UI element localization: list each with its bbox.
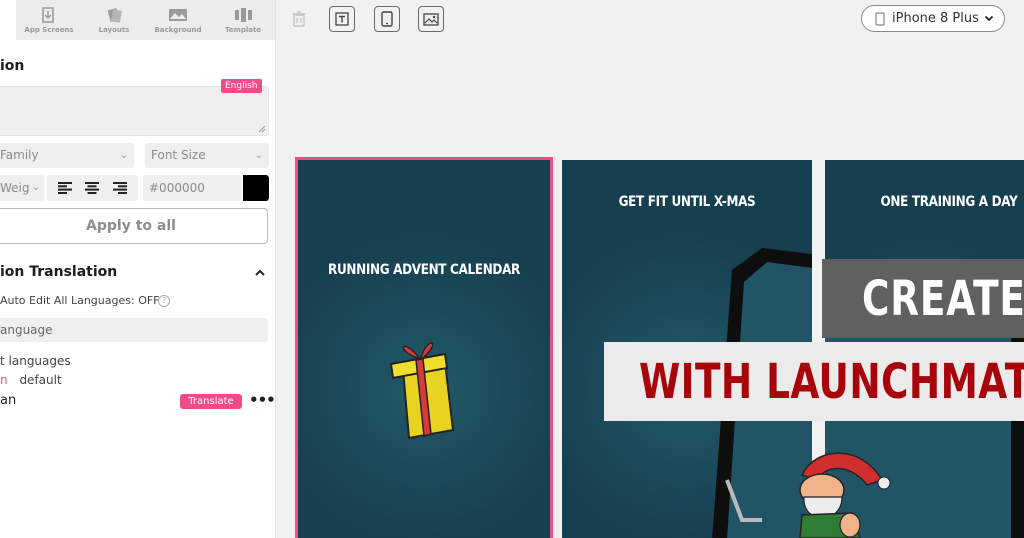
trash-icon bbox=[292, 11, 306, 27]
text-box-icon bbox=[335, 12, 349, 26]
font-size-placeholder: Font Size bbox=[151, 148, 206, 162]
apply-to-all-button[interactable]: Apply to all bbox=[0, 208, 268, 244]
align-left-button[interactable] bbox=[54, 179, 76, 197]
align-right-button[interactable] bbox=[109, 179, 131, 197]
default-language-prefix: n bbox=[0, 373, 8, 387]
help-icon[interactable]: ? bbox=[158, 295, 170, 307]
overlay-banner-create: CREATE bbox=[822, 259, 1024, 338]
font-family-select[interactable]: Family ⌄ bbox=[0, 143, 134, 168]
device-select-label: iPhone 8 Plus bbox=[892, 11, 979, 26]
text-color-input[interactable]: #000000 bbox=[143, 175, 241, 201]
nav-background[interactable]: Background bbox=[152, 0, 204, 40]
add-image-button[interactable] bbox=[418, 6, 444, 32]
chevron-down-icon: ⌄ bbox=[254, 150, 263, 161]
background-icon bbox=[169, 8, 187, 21]
translation-section-title: ion Translation bbox=[0, 264, 118, 280]
translate-button[interactable]: Translate bbox=[180, 394, 242, 409]
chevron-down-icon: ⌄ bbox=[119, 150, 128, 161]
editor-sidebar: App Screens Layouts Background Template bbox=[0, 0, 276, 538]
active-tab-indicator bbox=[0, 0, 16, 40]
phone-icon bbox=[381, 11, 393, 27]
language-select[interactable]: anguage bbox=[0, 318, 268, 342]
align-left-icon bbox=[57, 182, 72, 194]
chevron-down-icon bbox=[984, 15, 994, 22]
nav-background-label: Background bbox=[154, 25, 202, 34]
language-name: an bbox=[0, 393, 17, 408]
overlay-banner-launchmatic: WITH LAUNCHMATIC bbox=[604, 342, 1024, 421]
nav-app-screens[interactable]: App Screens bbox=[24, 0, 74, 40]
layouts-icon bbox=[107, 7, 122, 23]
overlay-line-1: CREATE bbox=[862, 271, 1024, 327]
phone-icon bbox=[875, 12, 885, 26]
nav-template[interactable]: Template bbox=[222, 0, 264, 40]
nav-layouts[interactable]: Layouts bbox=[94, 0, 134, 40]
font-family-placeholder: Family bbox=[0, 148, 39, 162]
more-options-icon[interactable]: ••• bbox=[249, 393, 275, 408]
auto-edit-label: Auto Edit All Languages: OFF bbox=[0, 294, 160, 307]
delete-button[interactable] bbox=[286, 6, 312, 32]
align-center-icon bbox=[85, 182, 100, 194]
font-weight-placeholder: Weig bbox=[0, 181, 30, 195]
language-badge: English bbox=[221, 79, 262, 93]
app-screens-icon bbox=[42, 6, 54, 23]
text-color-swatch[interactable] bbox=[243, 175, 269, 201]
font-weight-select[interactable]: Weig ⌄ bbox=[0, 175, 44, 201]
collapse-chevron-up-icon[interactable] bbox=[253, 266, 267, 280]
selected-screen-outline bbox=[295, 157, 553, 538]
template-icon bbox=[235, 7, 252, 22]
align-right-icon bbox=[113, 182, 128, 194]
device-select[interactable]: iPhone 8 Plus bbox=[861, 5, 1005, 32]
nav-app-screens-label: App Screens bbox=[24, 25, 74, 34]
nav-template-label: Template bbox=[224, 25, 262, 34]
santa-runner-illustration bbox=[799, 452, 891, 538]
nav-layouts-label: Layouts bbox=[98, 25, 130, 34]
text-align-group bbox=[47, 175, 138, 201]
screen-title: GET FIT UNTIL X-MAS bbox=[618, 194, 756, 210]
caption-section-title: ion bbox=[0, 58, 25, 74]
add-text-button[interactable] bbox=[329, 6, 355, 32]
add-device-button[interactable] bbox=[374, 6, 400, 32]
image-icon bbox=[423, 12, 439, 26]
default-label: default bbox=[19, 373, 62, 387]
resize-grip-icon[interactable] bbox=[258, 125, 266, 133]
languages-heading: t languages bbox=[0, 354, 71, 368]
screen-title: ONE TRAINING A DAY bbox=[880, 194, 1018, 210]
font-size-select[interactable]: Font Size ⌄ bbox=[145, 143, 269, 168]
chevron-down-icon: ⌄ bbox=[31, 182, 40, 193]
overlay-line-2: WITH LAUNCHMATIC bbox=[639, 354, 1024, 410]
align-center-button[interactable] bbox=[81, 179, 103, 197]
caption-text-input[interactable] bbox=[0, 86, 269, 136]
default-language-row: n default bbox=[0, 373, 62, 387]
sidebar-top-nav: App Screens Layouts Background Template bbox=[0, 0, 275, 40]
